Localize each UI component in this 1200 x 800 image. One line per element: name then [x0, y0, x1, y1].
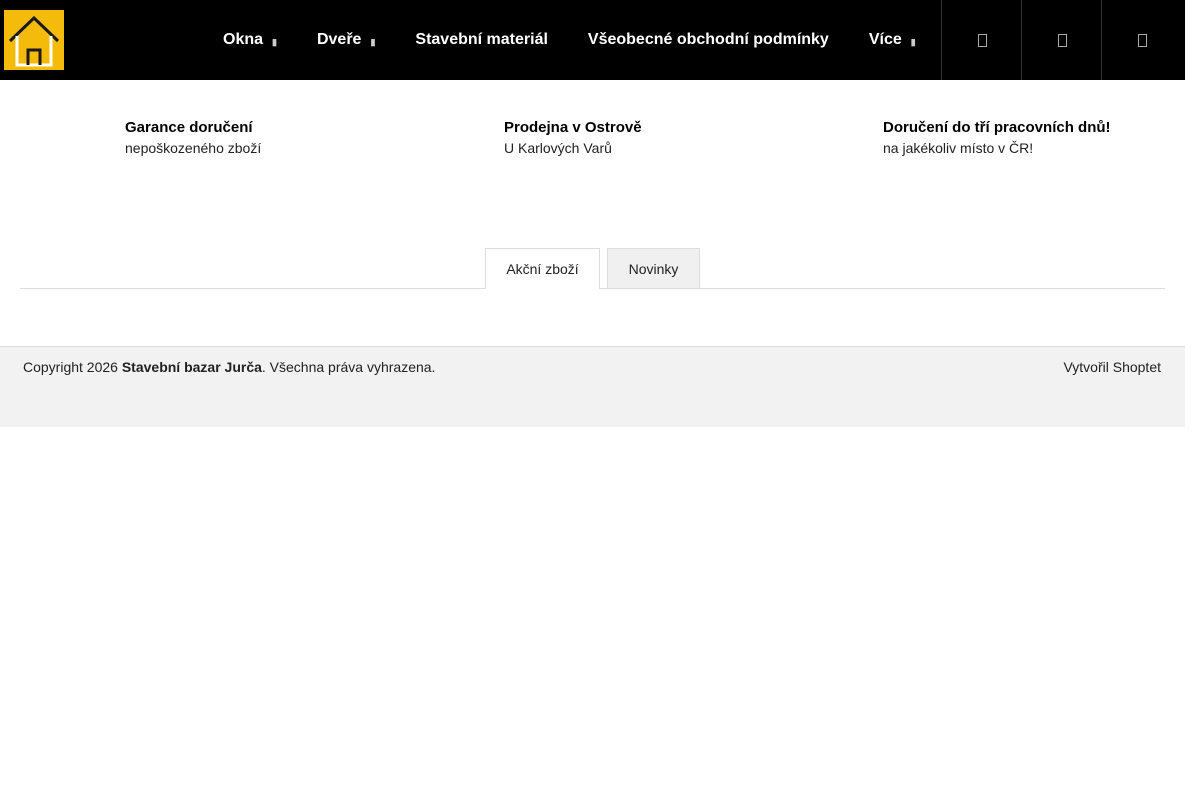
benefit-title: Garance doručení [125, 119, 253, 136]
benefit-subtitle: U Karlových Varů [504, 140, 612, 156]
chevron-down-icon: ▮ [910, 36, 916, 47]
nav-item-dvere[interactable]: Dveře ▮ [297, 0, 395, 80]
chevron-down-icon: ▮ [272, 36, 277, 47]
created-by-link[interactable]: Vytvořil Shoptet [1063, 359, 1161, 375]
search-icon [977, 33, 987, 47]
benefit-subtitle: na jakékoliv místo v ČR! [883, 140, 1034, 156]
nav-item-vice[interactable]: Více ▮ [849, 0, 936, 80]
tab-novinky[interactable]: Novinky [607, 248, 700, 288]
chevron-down-icon: ▮ [370, 36, 376, 47]
cart-button[interactable] [1101, 0, 1182, 80]
copyright-suffix: . Všechna práva vyhrazena. [261, 359, 436, 375]
copyright: Copyright 2026 Stavební bazar Jurča. Vše… [23, 359, 435, 375]
nav-item-okna[interactable]: Okna ▮ [203, 0, 297, 80]
house-icon [8, 15, 60, 67]
nav-item-label: Všeobecné obchodní podmínky [587, 31, 829, 48]
benefit-fast-delivery: Doručení do tří pracovních dnů! na jakék… [883, 118, 1111, 158]
main-menu: Okna ▮ Dveře ▮ Stavební materiál Všeobec… [203, 0, 936, 80]
nav-item-stavebni-material[interactable]: Stavební materiál [395, 0, 568, 80]
nav-item-label: Více [868, 31, 902, 48]
cart-icon [1137, 33, 1147, 47]
benefit-title: Prodejna v Ostrově [504, 119, 642, 136]
search-button[interactable] [941, 0, 1022, 80]
shop-name: Stavební bazar Jurča [121, 359, 262, 375]
benefit-title: Doručení do tří pracovních dnů! [883, 119, 1111, 136]
login-button[interactable] [1021, 0, 1102, 80]
nav-item-label: Okna [223, 31, 264, 48]
top-navigation-bar: Okna ▮ Dveře ▮ Stavební materiál Všeobec… [0, 0, 1185, 80]
copyright-prefix: Copyright 2026 [23, 359, 118, 375]
nav-item-label: Stavební materiál [415, 31, 548, 48]
benefit-delivery-guarantee: Garance doručení nepoškozeného zboží [125, 118, 261, 158]
benefit-subtitle: nepoškozeného zboží [125, 140, 262, 156]
nav-item-label: Dveře [316, 31, 362, 48]
user-icon [1057, 33, 1067, 47]
nav-item-obchodni-podminky[interactable]: Všeobecné obchodní podmínky [568, 0, 849, 80]
tab-akcni-zbozi[interactable]: Akční zboží [485, 248, 600, 289]
footer: Copyright 2026 Stavební bazar Jurča. Vše… [0, 346, 1185, 427]
benefit-store-ostrov: Prodejna v Ostrově U Karlových Varů [504, 118, 642, 158]
shop-logo[interactable] [4, 10, 64, 70]
